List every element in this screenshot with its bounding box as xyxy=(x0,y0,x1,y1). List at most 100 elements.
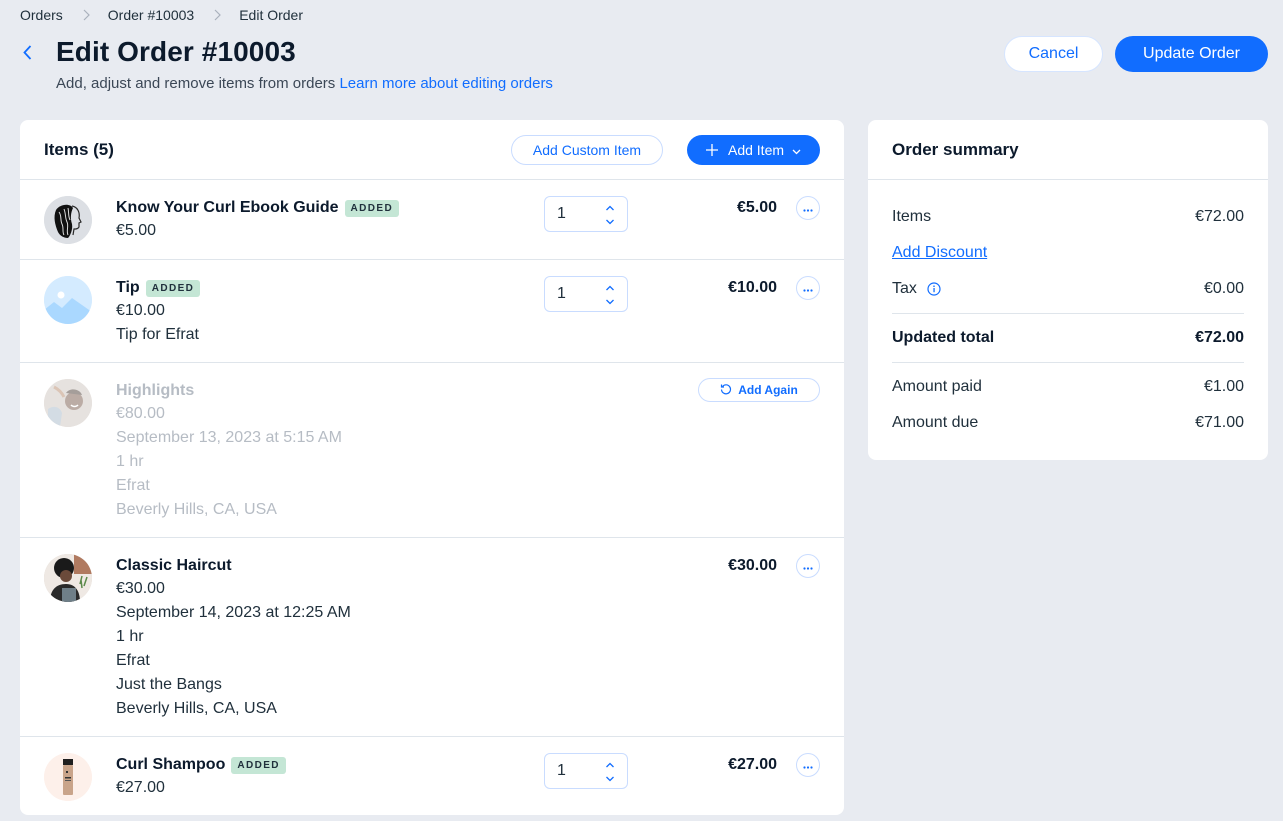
summary-due-row: Amount due €71.00 xyxy=(892,414,1244,432)
summary-paid-label: Amount paid xyxy=(892,378,982,395)
item-row: Classic Haircut €30.00 September 14, 202… xyxy=(20,538,844,737)
item-price-line: €5.00 xyxy=(116,222,157,239)
item-price-line: €10.00 xyxy=(116,302,165,319)
item-duration-line: 1 hr xyxy=(116,453,144,470)
order-summary-card: Order summary Items €72.00 Add Discount … xyxy=(868,120,1268,460)
added-badge: ADDED xyxy=(231,756,286,774)
shampoo-photo-thumbnail xyxy=(44,753,92,801)
item-details: Classic Haircut €30.00 September 14, 202… xyxy=(116,555,351,721)
item-row: Tip ADDED €10.00 Tip for Efrat 1 €10.00 xyxy=(20,260,844,363)
stepper-arrows-icon[interactable] xyxy=(605,203,615,227)
more-actions-button[interactable] xyxy=(796,753,820,777)
summary-due-value: €71.00 xyxy=(1195,414,1244,431)
quantity-stepper[interactable]: 1 xyxy=(544,753,628,789)
item-price-line: €30.00 xyxy=(116,580,165,597)
added-badge: ADDED xyxy=(145,279,201,297)
summary-tax-row: Tax €0.00 xyxy=(892,280,1244,298)
items-title: Items (5) xyxy=(44,140,114,159)
summary-header: Order summary xyxy=(868,120,1268,180)
add-discount-link[interactable]: Add Discount xyxy=(892,244,987,262)
curl-ebook-thumbnail xyxy=(44,196,92,244)
page-title: Edit Order #10003 xyxy=(56,36,296,67)
item-details: Tip ADDED €10.00 Tip for Efrat xyxy=(116,277,201,347)
breadcrumb-orders[interactable]: Orders xyxy=(20,7,63,23)
item-detail-line: Tip for Efrat xyxy=(116,326,199,343)
update-order-button[interactable]: Update Order xyxy=(1115,36,1268,72)
item-date-line: September 13, 2023 at 5:15 AM xyxy=(116,429,342,446)
summary-tax-label: Tax xyxy=(892,280,917,297)
page-subtitle: Add, adjust and remove items from orders… xyxy=(56,75,553,92)
item-total: €10.00 xyxy=(728,279,777,296)
item-name: Tip xyxy=(116,279,140,296)
item-date-line: September 14, 2023 at 12:25 AM xyxy=(116,604,351,621)
item-duration-line: 1 hr xyxy=(116,628,144,645)
summary-total-value: €72.00 xyxy=(1195,329,1244,346)
info-icon[interactable] xyxy=(927,282,941,296)
item-total: €5.00 xyxy=(736,199,777,216)
summary-total-label: Updated total xyxy=(892,329,995,346)
summary-divider xyxy=(892,313,1244,314)
highlights-photo-thumbnail xyxy=(44,379,92,427)
learn-more-link[interactable]: Learn more about editing orders xyxy=(339,75,552,92)
add-again-button[interactable]: Add Again xyxy=(698,378,820,402)
item-row: Know Your Curl Ebook Guide ADDED €5.00 1… xyxy=(20,180,844,260)
item-staff-line: Efrat xyxy=(116,652,150,669)
item-total: €27.00 xyxy=(728,756,777,773)
item-details: Curl Shampoo ADDED €27.00 xyxy=(116,754,286,800)
summary-paid-value: €1.00 xyxy=(1203,378,1244,395)
item-row: Curl Shampoo ADDED €27.00 1 €27.00 xyxy=(20,737,844,815)
item-details: Know Your Curl Ebook Guide ADDED €5.00 xyxy=(116,197,400,243)
item-name: Know Your Curl Ebook Guide xyxy=(116,199,339,216)
item-total: €30.00 xyxy=(728,557,777,574)
add-item-button[interactable]: Add Item xyxy=(687,135,820,165)
summary-divider xyxy=(892,362,1244,363)
item-staff-line: Efrat xyxy=(116,477,150,494)
summary-title: Order summary xyxy=(892,140,1019,159)
stepper-arrows-icon[interactable] xyxy=(605,760,615,784)
add-again-label: Add Again xyxy=(738,383,798,397)
quantity-value[interactable]: 1 xyxy=(557,285,566,303)
summary-paid-row: Amount paid €1.00 xyxy=(892,378,1244,396)
summary-items-row: Items €72.00 xyxy=(892,208,1244,226)
chevron-right-icon xyxy=(214,9,222,21)
cancel-button[interactable]: Cancel xyxy=(1004,36,1103,72)
undo-icon xyxy=(720,383,732,398)
item-name: Highlights xyxy=(116,382,195,399)
item-details: Highlights €80.00 September 13, 2023 at … xyxy=(116,380,342,522)
add-custom-item-button[interactable]: Add Custom Item xyxy=(511,135,663,165)
item-variant-line: Just the Bangs xyxy=(116,676,222,693)
quantity-stepper[interactable]: 1 xyxy=(544,196,628,232)
plus-icon xyxy=(705,141,718,159)
subtitle-text: Add, adjust and remove items from orders xyxy=(56,75,336,92)
item-location-line: Beverly Hills, CA, USA xyxy=(116,700,277,717)
summary-total-row: Updated total €72.00 xyxy=(892,329,1244,347)
more-actions-button[interactable] xyxy=(796,276,820,300)
summary-tax-label-wrap: Tax xyxy=(892,280,941,298)
breadcrumb-order[interactable]: Order #10003 xyxy=(108,7,194,23)
more-actions-button[interactable] xyxy=(796,554,820,578)
breadcrumb-edit-order: Edit Order xyxy=(239,7,304,23)
stepper-arrows-icon[interactable] xyxy=(605,283,615,307)
haircut-photo-thumbnail xyxy=(44,554,92,602)
item-name: Classic Haircut xyxy=(116,557,232,574)
ellipsis-icon xyxy=(803,557,813,575)
ellipsis-icon xyxy=(803,279,813,297)
summary-tax-value: €0.00 xyxy=(1203,280,1244,297)
image-placeholder-thumbnail xyxy=(44,276,92,324)
item-price-line: €27.00 xyxy=(116,779,165,796)
item-location-line: Beverly Hills, CA, USA xyxy=(116,501,277,518)
quantity-stepper[interactable]: 1 xyxy=(544,276,628,312)
breadcrumb: Orders Order #10003 Edit Order xyxy=(20,6,303,24)
chevron-down-icon xyxy=(792,142,801,158)
summary-items-value: €72.00 xyxy=(1195,208,1244,225)
added-badge: ADDED xyxy=(344,199,400,217)
ellipsis-icon xyxy=(803,756,813,774)
quantity-value[interactable]: 1 xyxy=(557,205,566,223)
quantity-value[interactable]: 1 xyxy=(557,762,566,780)
more-actions-button[interactable] xyxy=(796,196,820,220)
back-button[interactable] xyxy=(16,44,38,66)
item-name: Curl Shampoo xyxy=(116,756,226,773)
chevron-right-icon xyxy=(83,9,90,21)
summary-due-label: Amount due xyxy=(892,414,979,431)
item-price-line: €80.00 xyxy=(116,405,165,422)
